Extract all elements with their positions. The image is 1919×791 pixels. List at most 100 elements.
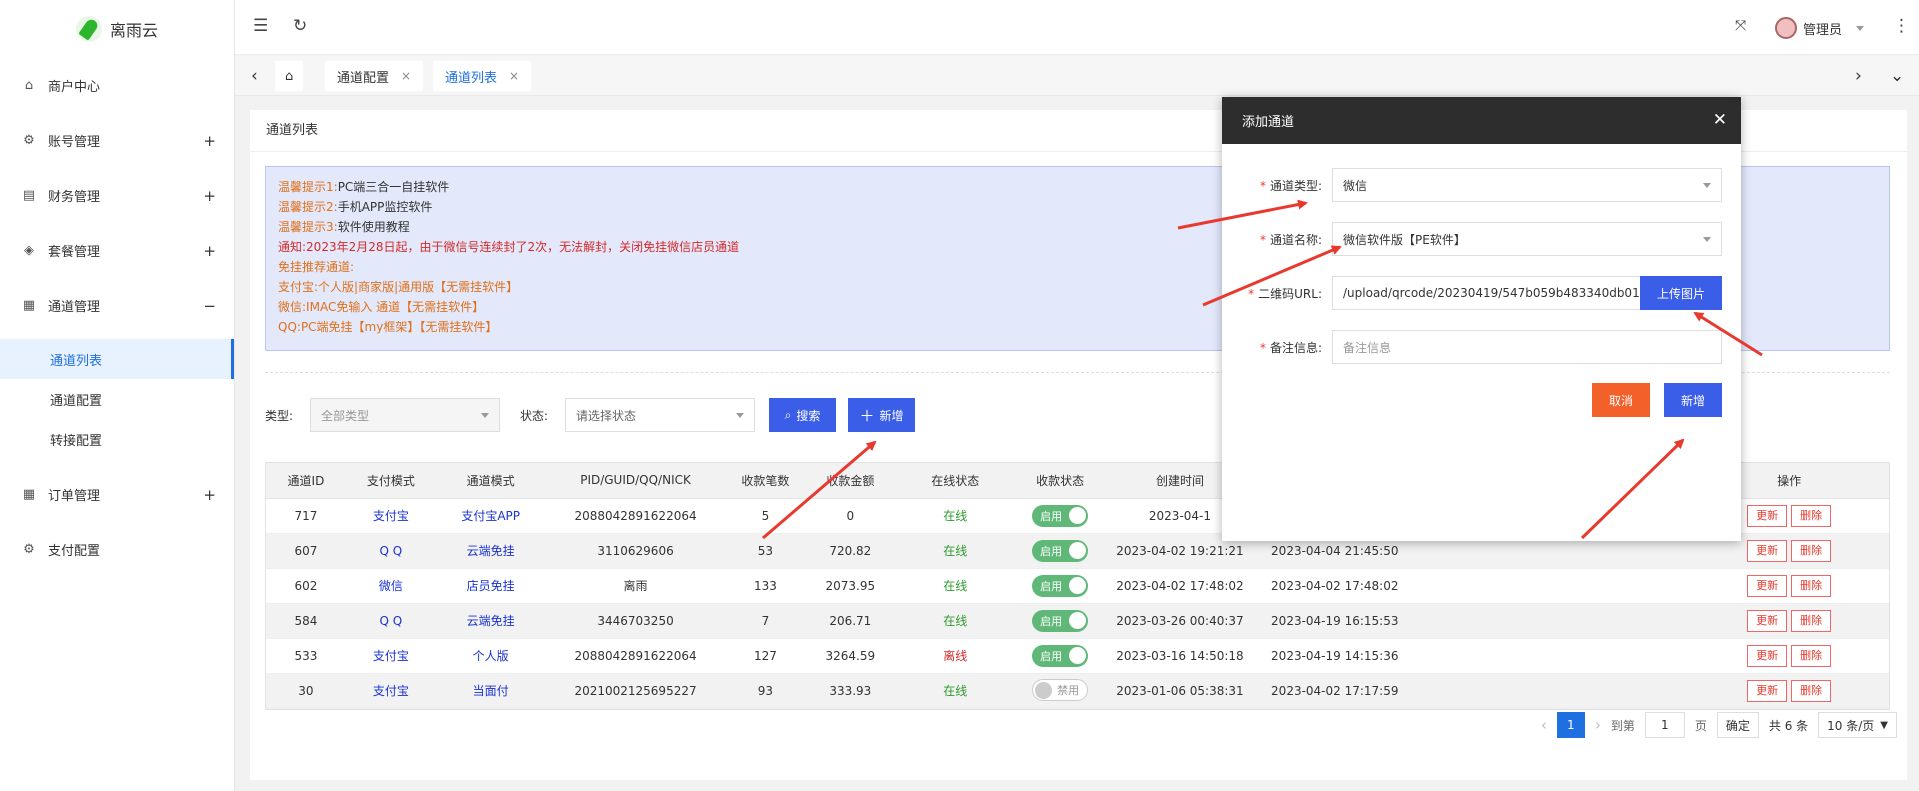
status-switch[interactable]: 启用 <box>1032 574 1089 597</box>
status-switch[interactable]: 禁用 <box>1032 679 1089 702</box>
tabs-scroll-left-icon[interactable]: ‹ <box>251 66 258 86</box>
more-vertical-icon[interactable]: ⋮ <box>1893 16 1910 36</box>
close-icon[interactable]: × <box>509 69 519 83</box>
expand-toggle-icon[interactable]: + <box>203 242 216 260</box>
notice-prefix: QQ: <box>278 320 301 334</box>
sidebar-subitem[interactable]: 通道配置 <box>0 379 234 419</box>
form-row-qrcode: * 二维码URL: /upload/qrcode/20230419/547b059… <box>1222 276 1722 310</box>
menu-fold-icon[interactable]: ☰ <box>253 16 268 36</box>
status-switch[interactable]: 启用 <box>1032 609 1089 632</box>
add-channel-dialog: 添加通道 ✕ * 通道类型: 微信 * 通道名称: 微信软件版【PE软件】 * 二维码… <box>1222 97 1741 541</box>
tabs-bar: ‹ ⌂ 通道配置 × 通道列表 × › ⌄ <box>235 56 1919 96</box>
table-row: 602 微信 店员免挂 离雨 133 2073.95 在线 启用 2023-04-02 17:4… <box>266 568 1889 604</box>
form-row-note: * 备注信息: 备注信息 <box>1222 330 1722 364</box>
notice-text[interactable]: 个人版|商家版|通用版【无需挂软件】 <box>318 280 518 294</box>
cancel-button[interactable]: 取消 <box>1592 383 1650 417</box>
delete-button[interactable]: 删除 <box>1791 609 1832 632</box>
goto-confirm-button[interactable]: 确定 <box>1716 712 1759 738</box>
qrcode-url-input[interactable]: /upload/qrcode/20230419/547b059b483340db… <box>1332 276 1642 310</box>
channel-type-select[interactable]: 微信 <box>1332 168 1722 202</box>
submit-button[interactable]: 新增 <box>1664 383 1722 417</box>
refresh-icon[interactable]: ↻ <box>293 16 307 36</box>
cell-amount: 3264.59 <box>805 638 896 674</box>
search-button[interactable]: ⌕ 搜索 <box>769 398 836 432</box>
expand-toggle-icon[interactable]: + <box>203 187 216 205</box>
expand-toggle-icon[interactable]: + <box>203 132 216 150</box>
tab-home[interactable]: ⌂ <box>275 61 304 91</box>
expand-toggle-icon[interactable]: − <box>203 297 216 315</box>
sidebar-item-book[interactable]: ▤ 财务管理 + <box>0 168 234 223</box>
sidebar-item-label: 通道管理 <box>48 300 101 315</box>
cell-collect-status: 启用 <box>1015 603 1106 639</box>
edit-button[interactable]: 更新 <box>1747 574 1788 597</box>
tab-channel-config[interactable]: 通道配置 × <box>325 61 424 91</box>
cell-amount: 2073.95 <box>805 568 896 604</box>
notice-text[interactable]: 手机APP监控软件 <box>338 200 433 214</box>
cell-amount: 333.93 <box>805 673 896 709</box>
tabs-dropdown-icon[interactable]: ⌄ <box>1890 66 1904 86</box>
status-switch[interactable]: 启用 <box>1032 504 1089 527</box>
sidebar-item-grid[interactable]: ▦ 通道管理 − <box>0 278 234 333</box>
sidebar-subitem[interactable]: 转接配置 <box>0 419 234 459</box>
chevron-down-icon <box>1856 25 1864 31</box>
sidebar-subitem[interactable]: 通道列表 <box>0 339 234 379</box>
channel-name-select[interactable]: 微信软件版【PE软件】 <box>1332 222 1722 256</box>
prev-page-icon[interactable]: ‹ <box>1541 716 1547 734</box>
cell-online-status: 在线 <box>895 498 1016 534</box>
notice-text[interactable]: IMAC免输入 通道【无需挂软件】 <box>306 300 484 314</box>
upload-image-button[interactable]: 上传图片 <box>1640 276 1722 310</box>
close-icon[interactable]: ✕ <box>1713 110 1727 130</box>
switch-knob <box>1069 647 1087 664</box>
app-logo[interactable]: 离雨云 <box>0 0 234 58</box>
tab-channel-list[interactable]: 通道列表 × <box>433 61 532 91</box>
status-switch[interactable]: 启用 <box>1032 539 1089 562</box>
notice-text[interactable]: PC端免挂【my框架】【无需挂软件】 <box>301 320 497 334</box>
fullscreen-icon[interactable]: ⤧ <box>1735 18 1746 34</box>
page-current[interactable]: 1 <box>1556 712 1585 738</box>
cell-pid: 2088042891622064 <box>545 498 726 534</box>
sidebar-item-package[interactable]: ◈ 套餐管理 + <box>0 223 234 278</box>
cell-note <box>1414 638 1690 674</box>
page-size-value: 10 条/页 <box>1827 718 1875 733</box>
sidebar-item-grid[interactable]: ▦ 订单管理 + <box>0 467 234 522</box>
sidebar-item-gear[interactable]: ⚙ 支付配置 <box>0 522 234 577</box>
status-select[interactable]: 请选择状态 <box>565 398 755 432</box>
note-label: * 备注信息: <box>1259 340 1322 355</box>
close-icon[interactable]: × <box>401 69 411 83</box>
switch-knob <box>1035 681 1053 699</box>
status-switch[interactable]: 启用 <box>1032 644 1089 667</box>
edit-button[interactable]: 更新 <box>1747 679 1788 702</box>
tabs-scroll-right-icon[interactable]: › <box>1855 66 1862 86</box>
cell-created: 2023-04-02 17:48:02 <box>1105 568 1255 604</box>
delete-button[interactable]: 删除 <box>1791 504 1832 527</box>
cell-pay-mode: 支付宝 <box>345 498 436 534</box>
admin-menu[interactable]: 管理员 <box>1774 17 1864 39</box>
page-size-select[interactable]: 10 条/页 ▼ <box>1818 712 1897 738</box>
add-button[interactable]: ＋ 新增 <box>848 398 915 432</box>
delete-button[interactable]: 删除 <box>1791 679 1832 702</box>
goto-page-input[interactable]: 1 <box>1644 712 1685 738</box>
switch-label: 启用 <box>1040 579 1063 593</box>
next-page-icon[interactable]: › <box>1595 716 1601 734</box>
type-select[interactable]: 全部类型 <box>310 398 500 432</box>
delete-button[interactable]: 删除 <box>1791 644 1832 667</box>
notice-prefix: 免挂推荐通道: <box>278 260 355 274</box>
search-icon: ⌕ <box>784 407 792 422</box>
sidebar-item-gear[interactable]: ⚙ 账号管理 + <box>0 113 234 168</box>
notice-text[interactable]: 软件使用教程 <box>338 220 410 234</box>
edit-button[interactable]: 更新 <box>1747 644 1788 667</box>
chevron-down-icon <box>1703 236 1711 242</box>
sidebar-item-home[interactable]: ⌂ 商户中心 <box>0 58 234 113</box>
delete-button[interactable]: 删除 <box>1791 539 1832 562</box>
delete-button[interactable]: 删除 <box>1791 574 1832 597</box>
cell-count: 127 <box>725 638 806 674</box>
switch-knob <box>1069 542 1087 559</box>
notice-text[interactable]: PC端三合一自挂软件 <box>338 180 450 194</box>
table-row: 533 支付宝 个人版 2088042891622064 127 3264.59 离线 启用 2… <box>266 638 1889 674</box>
edit-button[interactable]: 更新 <box>1747 504 1788 527</box>
chevron-down-icon <box>736 412 744 418</box>
edit-button[interactable]: 更新 <box>1747 539 1788 562</box>
edit-button[interactable]: 更新 <box>1747 609 1788 632</box>
note-input[interactable]: 备注信息 <box>1332 330 1722 364</box>
expand-toggle-icon[interactable]: + <box>203 486 216 504</box>
